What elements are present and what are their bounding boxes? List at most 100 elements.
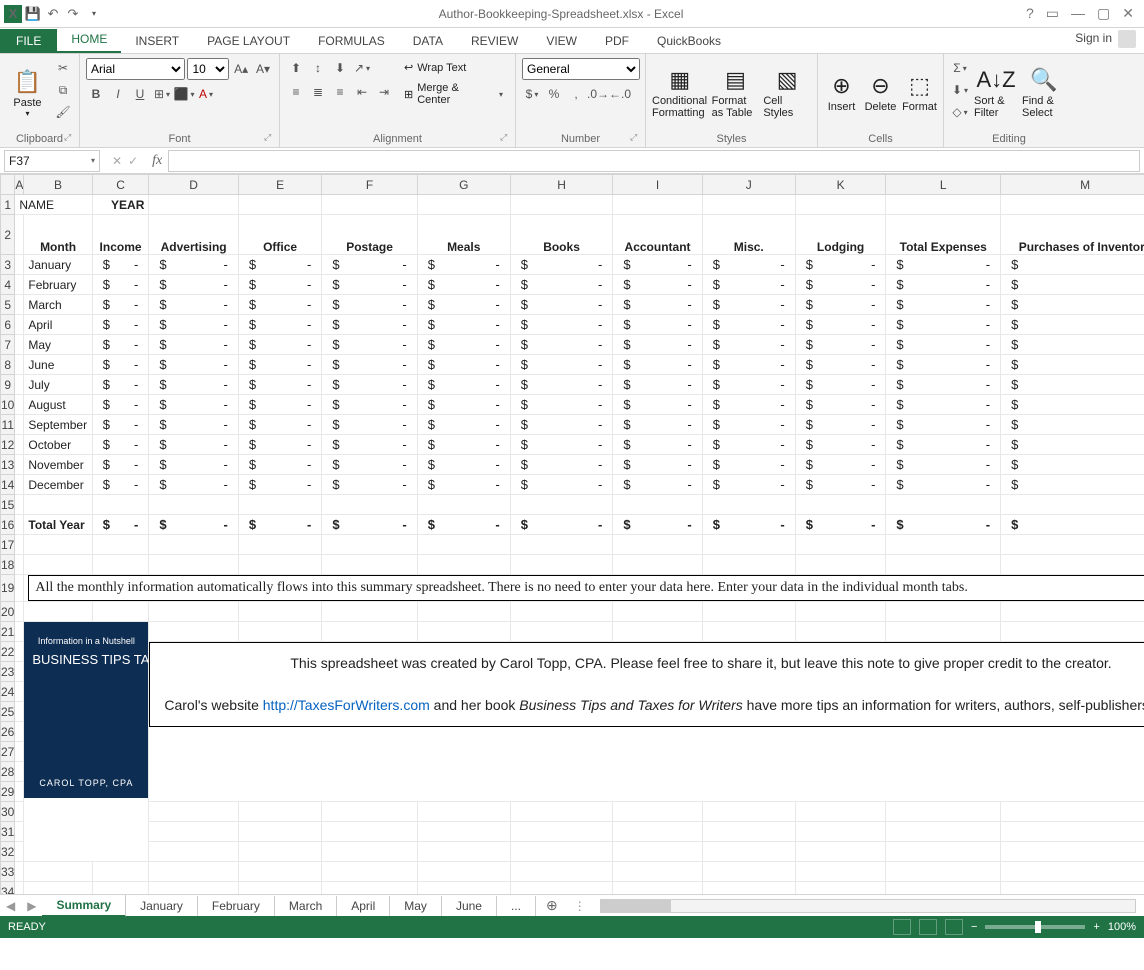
tab-pdf[interactable]: PDF [591,29,643,53]
cell[interactable]: $- [702,275,795,295]
cell[interactable] [613,495,702,515]
cell[interactable] [510,822,613,842]
row-header[interactable]: 25 [1,702,15,722]
cell[interactable] [417,622,510,642]
cell[interactable]: $- [613,475,702,495]
row-header[interactable]: 13 [1,455,15,475]
cell[interactable] [238,822,321,842]
sheet-tab[interactable]: May [390,896,442,916]
percent-format-icon[interactable]: % [544,84,564,104]
row-header[interactable]: 7 [1,335,15,355]
cell[interactable]: $- [149,275,238,295]
cell[interactable]: January [24,255,92,275]
cell[interactable]: $- [886,255,1001,275]
cell[interactable]: $- [1001,455,1144,475]
cell[interactable] [149,555,238,575]
tab-review[interactable]: REVIEW [457,29,532,53]
sheet-tab[interactable]: January [126,896,198,916]
cell[interactable] [417,822,510,842]
cell[interactable] [613,842,702,862]
cell[interactable] [24,882,92,895]
cell[interactable]: November [24,455,92,475]
cell[interactable] [322,535,417,555]
cell[interactable]: $- [702,335,795,355]
cell[interactable]: $- [886,275,1001,295]
cell[interactable] [1001,622,1144,642]
row-header[interactable]: 27 [1,742,15,762]
cell[interactable] [1001,555,1144,575]
cell[interactable] [15,255,24,275]
cell[interactable] [149,195,238,215]
cell[interactable] [92,495,149,515]
cell[interactable] [149,822,238,842]
cell[interactable]: December [24,475,92,495]
cell[interactable]: Meals [417,215,510,255]
cell[interactable]: March [24,295,92,315]
align-bottom-icon[interactable]: ⬇ [330,58,350,78]
cell[interactable] [510,495,613,515]
cell[interactable]: $- [886,415,1001,435]
cell[interactable]: $- [322,395,417,415]
zoom-in-icon[interactable]: + [1093,921,1099,933]
cell[interactable] [613,602,702,622]
cell[interactable]: $- [613,435,702,455]
file-tab[interactable]: FILE [0,29,57,53]
cell[interactable] [15,295,24,315]
cell[interactable] [15,662,24,682]
cell[interactable]: $- [886,315,1001,335]
cell[interactable] [149,882,238,895]
cell[interactable]: $- [613,315,702,335]
cell[interactable] [510,535,613,555]
cell[interactable]: $- [417,295,510,315]
enter-formula-icon[interactable]: ✓ [128,154,138,168]
row-header[interactable]: 17 [1,535,15,555]
cell[interactable] [15,802,24,822]
cell[interactable] [510,602,613,622]
cell[interactable]: Purchases of Inventory [1001,215,1144,255]
row-header[interactable]: 11 [1,415,15,435]
cell[interactable]: $- [702,435,795,455]
cell[interactable] [795,535,886,555]
align-center-icon[interactable]: ≣ [308,82,328,102]
cell[interactable] [417,195,510,215]
cell[interactable]: $- [417,415,510,435]
cell[interactable] [417,882,510,895]
cell[interactable]: May [24,335,92,355]
col-header[interactable]: C [92,175,149,195]
cell[interactable]: $- [322,315,417,335]
cell[interactable]: $- [322,355,417,375]
cell[interactable]: $- [149,515,238,535]
sheet-tab-more[interactable]: ... [497,896,536,916]
row-header[interactable]: 14 [1,475,15,495]
cell[interactable]: $- [795,435,886,455]
cell[interactable]: $- [795,415,886,435]
cell[interactable]: Office [238,215,321,255]
font-launcher-icon[interactable]: ⤢ [264,132,276,144]
align-top-icon[interactable]: ⬆ [286,58,306,78]
cell[interactable] [238,495,321,515]
cell[interactable] [795,555,886,575]
cell[interactable]: $- [92,455,149,475]
col-header[interactable]: J [702,175,795,195]
cell[interactable] [15,622,24,642]
cell[interactable]: $- [238,515,321,535]
cell[interactable]: Total Expenses [886,215,1001,255]
cell[interactable] [15,495,24,515]
find-select-button[interactable]: 🔍Find & Select [1022,58,1066,126]
cell[interactable]: $- [510,415,613,435]
cell[interactable] [417,535,510,555]
cell[interactable] [417,802,510,822]
cell[interactable]: $- [1001,515,1144,535]
orientation-icon[interactable]: ↗ [352,58,372,78]
cell[interactable] [417,495,510,515]
cell[interactable]: $- [92,435,149,455]
conditional-formatting-button[interactable]: ▦Conditional Formatting [652,58,708,126]
align-left-icon[interactable]: ≡ [286,82,306,102]
cell[interactable]: July [24,375,92,395]
copy-icon[interactable]: ⧉ [53,80,73,100]
cell[interactable]: $- [417,315,510,335]
cell[interactable] [24,602,92,622]
cell[interactable]: $- [417,475,510,495]
cell[interactable]: $- [795,275,886,295]
cell[interactable]: $- [886,295,1001,315]
